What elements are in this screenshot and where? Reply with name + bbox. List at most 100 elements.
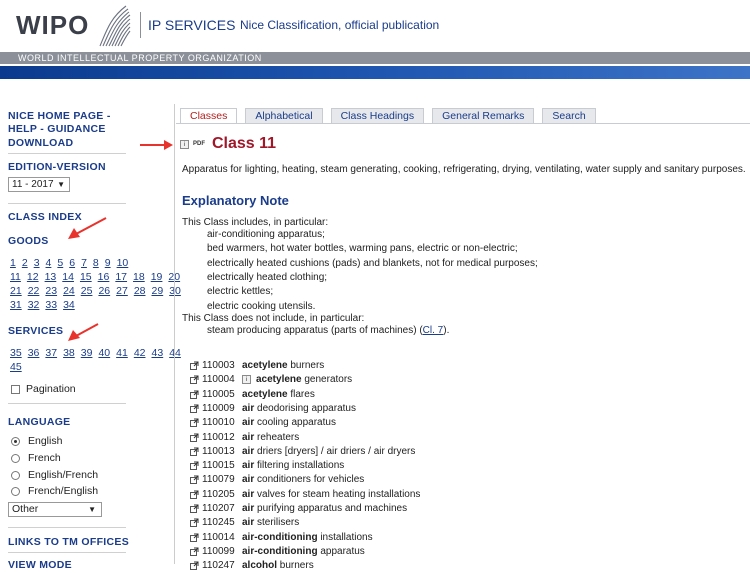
class-link-35[interactable]: 35 xyxy=(10,347,22,359)
links-tm-offices[interactable]: LINKS TO TM OFFICES xyxy=(8,536,129,548)
excludes-end: ). xyxy=(443,325,450,336)
external-link-icon[interactable] xyxy=(190,375,199,385)
class-link-13[interactable]: 13 xyxy=(45,271,57,283)
entry-number: 110004 xyxy=(202,374,235,386)
language-option-english-french[interactable]: English/French xyxy=(11,469,98,481)
class-link-34[interactable]: 34 xyxy=(63,299,75,311)
radio-french-english[interactable] xyxy=(11,486,20,496)
info-icon[interactable]: i xyxy=(180,139,189,149)
entry-number: 110205 xyxy=(202,488,235,500)
publication-title: Nice Classification, official publicatio… xyxy=(240,18,440,32)
external-link-icon[interactable] xyxy=(190,518,199,528)
external-link-icon[interactable] xyxy=(190,433,199,442)
external-link-icon[interactable] xyxy=(190,461,199,471)
help-guidance-link[interactable]: HELP - GUIDANCE xyxy=(8,123,106,135)
class-link-26[interactable]: 26 xyxy=(98,285,110,297)
class-link-36[interactable]: 36 xyxy=(28,347,40,359)
radio-french[interactable] xyxy=(11,453,20,463)
class-link-7[interactable]: 7 xyxy=(81,257,87,269)
external-link-icon[interactable] xyxy=(190,561,199,571)
entry-number: 110014 xyxy=(202,531,235,543)
tab-classes[interactable]: Classes xyxy=(180,108,238,123)
goods-entry: 110245 air sterilisers xyxy=(190,517,299,528)
other-language-select[interactable]: Other ▼ xyxy=(8,502,102,517)
external-link-icon[interactable] xyxy=(190,404,199,413)
class-link-37[interactable]: 37 xyxy=(45,347,57,359)
class-link-27[interactable]: 27 xyxy=(116,285,128,297)
class-link-32[interactable]: 32 xyxy=(28,299,40,311)
tab-search[interactable]: Search xyxy=(542,108,596,123)
pagination-checkbox[interactable] xyxy=(11,384,20,394)
header-divider xyxy=(140,12,141,38)
class-link-40[interactable]: 40 xyxy=(98,347,110,359)
edition-select[interactable]: 11 - 2017 ▼ xyxy=(8,177,70,192)
entry-text: burners xyxy=(287,360,325,371)
pdf-icon[interactable]: PDF xyxy=(193,140,205,149)
class-link-22[interactable]: 22 xyxy=(28,285,40,297)
class-link-18[interactable]: 18 xyxy=(133,271,145,283)
class-link-19[interactable]: 19 xyxy=(151,271,163,283)
external-link-icon[interactable] xyxy=(190,361,199,370)
class-link-41[interactable]: 41 xyxy=(116,347,128,359)
class-link-11[interactable]: 11 xyxy=(10,271,21,283)
class-link-38[interactable]: 38 xyxy=(63,347,75,359)
class-link-9[interactable]: 9 xyxy=(105,257,111,269)
external-link-icon[interactable] xyxy=(190,418,199,428)
class-link-14[interactable]: 14 xyxy=(62,271,74,283)
external-link-icon[interactable] xyxy=(190,475,199,485)
language-option-french[interactable]: French xyxy=(11,452,61,464)
class-7-link[interactable]: Cl. 7 xyxy=(423,325,444,336)
info-icon[interactable]: i xyxy=(242,375,251,385)
class-link-21[interactable]: 21 xyxy=(10,285,22,297)
class-link-16[interactable]: 16 xyxy=(98,271,110,283)
radio-english-french[interactable] xyxy=(11,470,20,480)
tab-general-remarks[interactable]: General Remarks xyxy=(432,108,535,123)
external-link-icon[interactable] xyxy=(190,533,199,542)
external-link-icon[interactable] xyxy=(190,447,199,456)
pagination-option[interactable]: Pagination xyxy=(11,383,76,395)
tab-alphabetical[interactable]: Alphabetical xyxy=(245,108,323,123)
class-link-31[interactable]: 31 xyxy=(10,299,22,311)
language-option-english[interactable]: English xyxy=(11,435,62,447)
class-link-15[interactable]: 15 xyxy=(80,271,92,283)
annotation-arrow-icon xyxy=(140,140,173,150)
class-link-17[interactable]: 17 xyxy=(115,271,127,283)
class-link-5[interactable]: 5 xyxy=(57,257,63,269)
external-link-icon[interactable] xyxy=(190,390,199,399)
class-link-10[interactable]: 10 xyxy=(117,257,129,269)
class-link-4[interactable]: 4 xyxy=(46,257,52,269)
entry-number: 110003 xyxy=(202,360,235,371)
class-link-39[interactable]: 39 xyxy=(81,347,93,359)
class-link-30[interactable]: 30 xyxy=(169,285,181,297)
class-link-3[interactable]: 3 xyxy=(34,257,40,269)
external-link-icon[interactable] xyxy=(190,504,199,513)
class-link-2[interactable]: 2 xyxy=(22,257,28,269)
tab-class-headings[interactable]: Class Headings xyxy=(330,108,425,123)
class-link-12[interactable]: 12 xyxy=(27,271,39,283)
download-link[interactable]: DOWNLOAD xyxy=(8,137,73,149)
view-mode-label: VIEW MODE xyxy=(8,559,72,571)
class-link-25[interactable]: 25 xyxy=(81,285,93,297)
entry-text: apparatus xyxy=(317,545,365,557)
class-link-33[interactable]: 33 xyxy=(45,299,57,311)
class-link-42[interactable]: 42 xyxy=(134,347,146,359)
class-link-1[interactable]: 1 xyxy=(10,257,16,269)
language-option-french-english[interactable]: French/English xyxy=(11,485,98,497)
includes-intro: This Class includes, in particular: xyxy=(182,217,329,228)
class-link-43[interactable]: 43 xyxy=(152,347,164,359)
external-link-icon[interactable] xyxy=(190,490,199,499)
class-link-24[interactable]: 24 xyxy=(63,285,75,297)
class-link-45[interactable]: 45 xyxy=(10,361,22,373)
nice-home-link[interactable]: NICE HOME PAGE - xyxy=(8,110,111,122)
class-link-28[interactable]: 28 xyxy=(134,285,146,297)
class-link-6[interactable]: 6 xyxy=(69,257,75,269)
external-link-icon[interactable] xyxy=(190,547,199,556)
wipo-logo[interactable]: WIPO xyxy=(16,10,89,41)
class-link-8[interactable]: 8 xyxy=(93,257,99,269)
class-link-29[interactable]: 29 xyxy=(152,285,164,297)
class-link-44[interactable]: 44 xyxy=(169,347,181,359)
ip-services-label[interactable]: IP SERVICES xyxy=(148,17,235,33)
services-row-1: 35 36 37 38 39 40 41 42 43 44 xyxy=(10,347,187,359)
class-link-23[interactable]: 23 xyxy=(45,285,57,297)
radio-english[interactable] xyxy=(11,436,20,446)
